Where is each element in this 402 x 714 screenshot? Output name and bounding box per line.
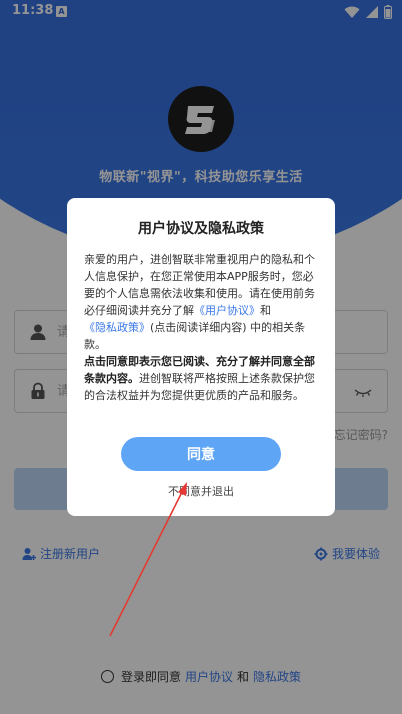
privacy-dialog: 用户协议及隐私政策 亲爱的用户，进创智联非常重视用户的隐私和个人信息保护，在您正…: [67, 198, 335, 516]
dialog-title: 用户协议及隐私政策: [138, 221, 264, 237]
agree-button[interactable]: 同意: [121, 437, 281, 471]
disagree-exit-link[interactable]: 不同意并退出: [67, 483, 335, 499]
dialog-user-agreement-link[interactable]: 《用户协议》: [194, 304, 260, 317]
dialog-body: 亲爱的用户，进创智联非常重视用户的隐私和个人信息保护，在您正常使用本APP服务时…: [84, 251, 320, 404]
login-screen: 11:38 A 物联新"视界"，科技助您乐享生活 请 忘记密码? 注册新用户 我…: [0, 0, 402, 714]
dialog-privacy-policy-link[interactable]: 《隐私政策》: [84, 321, 150, 334]
dialog-and: 和: [260, 304, 271, 317]
